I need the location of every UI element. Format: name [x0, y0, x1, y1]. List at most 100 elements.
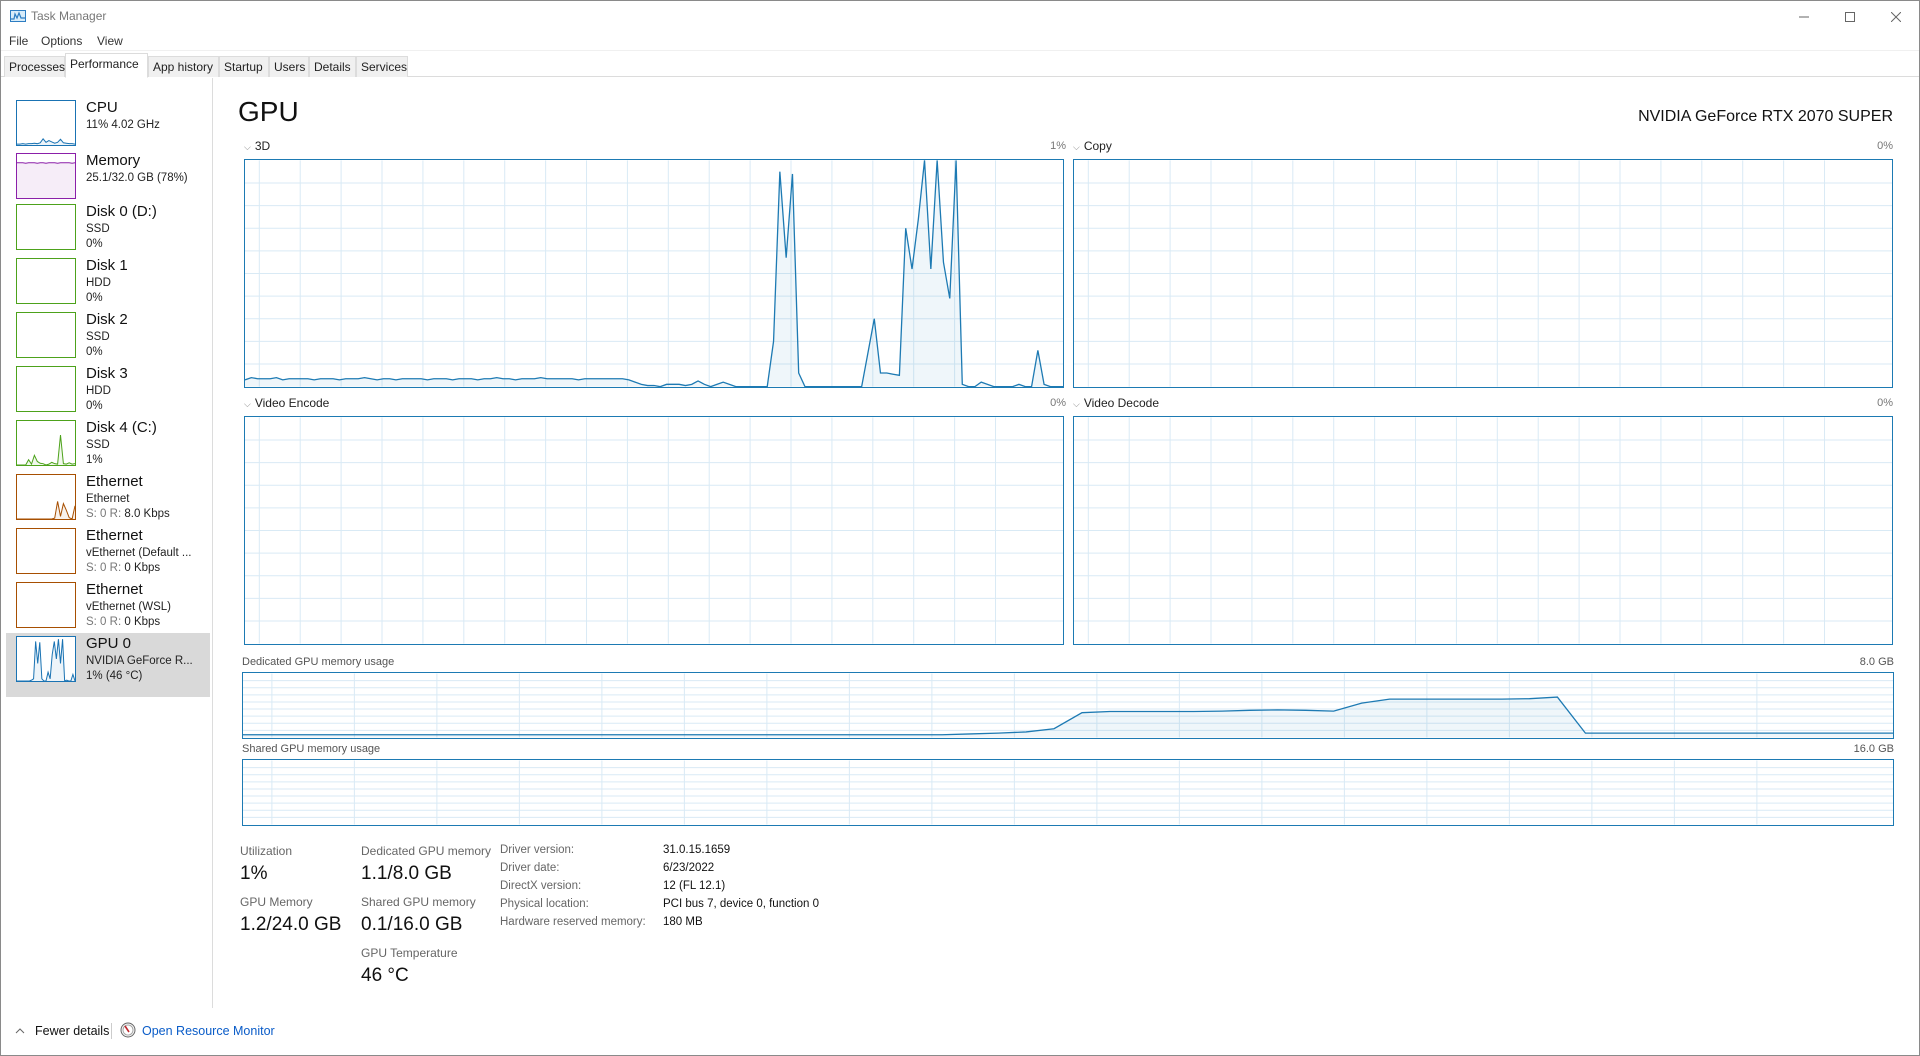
graph-dedicated-memory-plot — [243, 673, 1893, 738]
graph-3d-label: 3D — [254, 139, 271, 153]
close-button[interactable] — [1873, 1, 1919, 32]
sidebar-item-detail: 0% — [86, 346, 103, 358]
detail-value: 12 (FL 12.1) — [663, 880, 726, 892]
graph-video-encode-selector[interactable]: ⌵ Video Encode — [244, 396, 329, 410]
sparkline-fill — [17, 435, 75, 465]
sidebar-item-subtitle: vEthernet (WSL) — [86, 601, 171, 613]
tab-users[interactable]: Users — [269, 56, 309, 77]
sidebar-item-title: Ethernet — [86, 581, 143, 598]
sidebar-item-title: Memory — [86, 152, 141, 169]
shared-memory-stat-label: Shared GPU memory — [361, 895, 476, 909]
sidebar-item-gpu-0-10[interactable]: GPU 0 NVIDIA GeForce R... 1% (46 °C) — [6, 633, 210, 697]
sidebar-item-subtitle: NVIDIA GeForce R... — [86, 655, 193, 667]
sidebar-thumbnail-graph — [16, 420, 76, 466]
sidebar-item-title: CPU — [86, 99, 118, 116]
minimize-button[interactable] — [1781, 1, 1827, 32]
sidebar-item-detail: 0% — [86, 238, 103, 250]
sidebar-thumbnail-graph — [16, 582, 76, 628]
tab-services[interactable]: Services — [356, 56, 408, 77]
sidebar-thumbnail-graph — [16, 258, 76, 304]
sidebar-item-subtitle: HDD — [86, 385, 111, 397]
task-manager-window: Task Manager File Options View Processes… — [0, 0, 1920, 1056]
sidebar-item-title: Ethernet — [86, 473, 143, 490]
graph-3d-plot — [245, 160, 1063, 387]
graph-copy-plot — [1074, 160, 1892, 387]
sidebar-item-title: GPU 0 — [86, 635, 132, 652]
footer-bar: Fewer details Open Resource Monitor — [1, 1019, 1919, 1045]
minimize-icon — [1799, 16, 1809, 17]
gpu-memory-label: GPU Memory — [240, 895, 313, 909]
tab-performance[interactable]: Performance — [65, 53, 148, 78]
gpu-memory-value: 1.2/24.0 GB — [240, 914, 342, 935]
sidebar-item-detail: 0% — [86, 292, 103, 304]
sidebar-item-value: 1% (46 °C) — [86, 670, 143, 682]
sidebar-item-value: 0% — [86, 400, 103, 412]
tab-startup[interactable]: Startup — [219, 56, 269, 77]
sidebar-item-value: 0 Kbps — [121, 562, 161, 574]
fewer-details-button[interactable]: Fewer details — [15, 1024, 109, 1038]
sidebar-item-subtitle: Ethernet — [86, 493, 130, 505]
send-receive-label: S: 0 R: — [86, 508, 122, 520]
maximize-button[interactable] — [1827, 1, 1873, 32]
series-area — [243, 697, 1893, 738]
sidebar-item-subtitle: SSD — [86, 439, 110, 451]
thumbnail-sparkline — [17, 259, 75, 303]
graph-3d-selector[interactable]: ⌵ 3D — [244, 139, 270, 153]
graph-video-decode — [1073, 416, 1893, 645]
graph-video-decode-selector[interactable]: ⌵ Video Decode — [1073, 396, 1159, 410]
sidebar-thumbnail-graph — [16, 528, 76, 574]
sidebar-item-subtitle: 25.1/32.0 GB (78%) — [86, 172, 188, 184]
thumbnail-sparkline — [17, 637, 75, 681]
gpu-temperature-label: GPU Temperature — [361, 946, 458, 960]
thumbnail-sparkline — [17, 205, 75, 249]
menu-file[interactable]: File — [9, 34, 28, 48]
sidebar-thumbnail-graph — [16, 474, 76, 520]
resource-monitor-icon — [120, 1022, 136, 1038]
task-manager-app-icon — [10, 10, 26, 22]
sidebar-item-value: 8.0 Kbps — [121, 508, 170, 520]
tab-processes[interactable]: Processes — [4, 56, 65, 77]
thumbnail-sparkline — [17, 313, 75, 357]
sidebar-thumbnail-graph — [16, 100, 76, 146]
menu-view[interactable]: View — [97, 34, 123, 48]
graph-video-encode-plot — [245, 417, 1063, 644]
send-receive-label: S: 0 R: — [86, 562, 122, 574]
sparkline-fill — [17, 639, 75, 681]
graph-dedicated-memory — [242, 672, 1894, 739]
sidebar-item-detail: S: 0 R: 0 Kbps — [86, 562, 160, 574]
sparkline-fill — [17, 162, 75, 198]
graph-copy — [1073, 159, 1893, 388]
sidebar-item-subtitle: SSD — [86, 223, 110, 235]
sidebar-item-value: 0% — [86, 346, 103, 358]
sidebar-item-detail: 1% (46 °C) — [86, 670, 142, 682]
sidebar-item-subtitle: SSD — [86, 331, 110, 343]
title-bar[interactable]: Task Manager — [1, 1, 1919, 32]
sidebar-item-subtitle: HDD — [86, 277, 111, 289]
sidebar-item-detail: S: 0 R: 0 Kbps — [86, 616, 160, 628]
footer-divider — [111, 1023, 112, 1039]
dedicated-memory-stat-label: Dedicated GPU memory — [361, 844, 492, 858]
utilization-value: 1% — [240, 863, 268, 884]
open-resource-monitor-link[interactable]: Open Resource Monitor — [142, 1024, 275, 1038]
thumbnail-sparkline — [17, 475, 75, 519]
dedicated-memory-max: 8.0 GB — [1859, 656, 1894, 668]
thumbnail-sparkline — [17, 583, 75, 627]
sidebar-item-title: Disk 4 (C:) — [86, 419, 157, 436]
window-title: Task Manager — [31, 9, 107, 23]
sidebar-item-detail: 1% — [86, 454, 103, 466]
tab-details[interactable]: Details — [309, 56, 356, 77]
graph-video-decode-plot — [1074, 417, 1892, 644]
fewer-details-label: Fewer details — [35, 1024, 110, 1038]
sidebar-item-value: 0% — [86, 292, 103, 304]
graph-copy-selector[interactable]: ⌵ Copy — [1073, 139, 1112, 153]
sidebar-item-title: Disk 0 (D:) — [86, 203, 157, 220]
dedicated-memory-label: Dedicated GPU memory usage — [242, 656, 395, 668]
chevron-up-icon — [15, 1028, 25, 1034]
sidebar-item-value: 1% — [86, 454, 103, 466]
detail-label: Driver date: — [500, 862, 560, 874]
sidebar-item-detail: S: 0 R: 8.0 Kbps — [86, 508, 170, 520]
tab-app-history[interactable]: App history — [148, 56, 219, 77]
detail-value: 6/23/2022 — [663, 862, 715, 874]
menu-options[interactable]: Options — [41, 34, 82, 48]
graph-3d — [244, 159, 1064, 388]
